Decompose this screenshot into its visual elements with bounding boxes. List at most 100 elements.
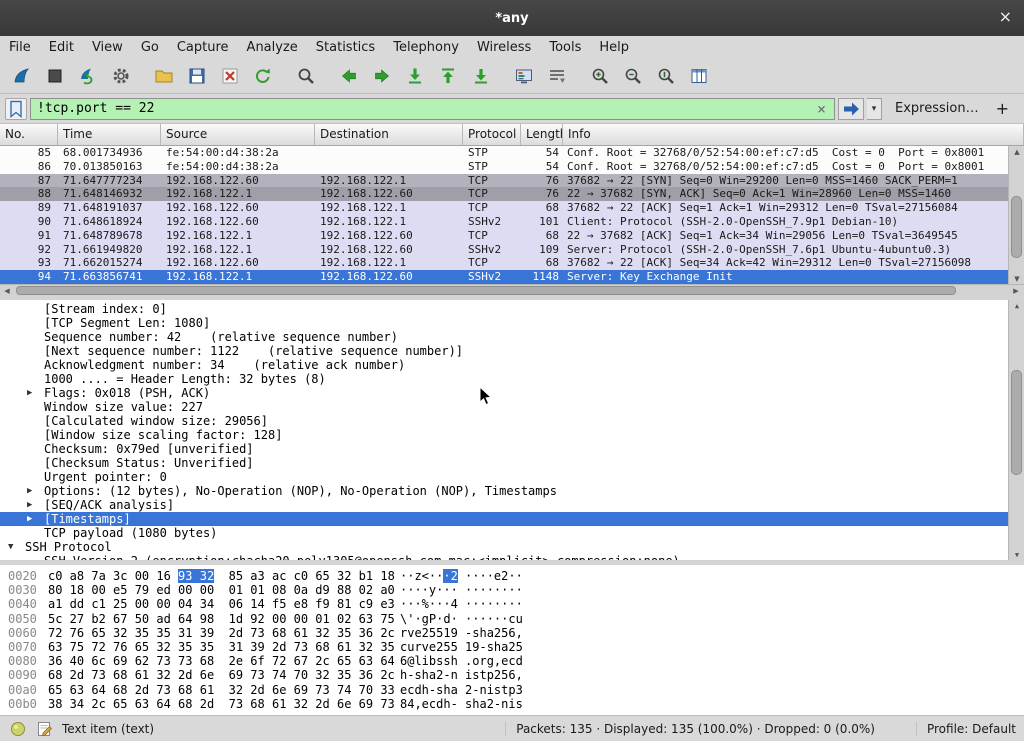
open-file-button[interactable] [148, 62, 179, 90]
detail-tree-item[interactable]: SSH Protocol [0, 540, 1008, 554]
expander-icon[interactable] [27, 414, 44, 428]
colorize-button[interactable] [508, 62, 539, 90]
restart-capture-button[interactable] [72, 62, 103, 90]
detail-tree-item[interactable]: Sequence number: 42 (relative sequence n… [0, 330, 1008, 344]
menu-statistics[interactable]: Statistics [307, 36, 384, 58]
detail-tree-item[interactable]: [Next sequence number: 1122 (relative se… [0, 344, 1008, 358]
detail-tree-item[interactable]: Options: (12 bytes), No-Operation (NOP),… [0, 484, 1008, 498]
window-close-button[interactable]: × [999, 8, 1012, 26]
details-vscrollbar[interactable]: ▲ ▼ [1008, 300, 1024, 560]
expander-icon[interactable] [8, 540, 25, 554]
hex-row[interactable]: 00a0 65 63 64 68 2d 73 68 61 32 2d 6e 69… [0, 683, 1024, 697]
detail-tree-item[interactable]: [SEQ/ACK analysis] [0, 498, 1008, 512]
column-header-destination[interactable]: Destination [315, 124, 463, 145]
packet-row[interactable]: 88 71.648146932 192.168.122.1 192.168.12… [0, 187, 1008, 201]
detail-tree-item[interactable]: Flags: 0x018 (PSH, ACK) [0, 386, 1008, 400]
detail-tree-item[interactable]: Window size value: 227 [0, 400, 1008, 414]
packet-row[interactable]: 90 71.648618924 192.168.122.60 192.168.1… [0, 215, 1008, 229]
zoom-out-button[interactable] [617, 62, 648, 90]
expander-icon[interactable] [27, 470, 44, 484]
packet-row[interactable]: 87 71.647777234 192.168.122.60 192.168.1… [0, 174, 1008, 188]
packet-row[interactable]: 89 71.648191037 192.168.122.60 192.168.1… [0, 201, 1008, 215]
hex-row[interactable]: 0020 c0 a8 7a 3c 00 16 93 32 85 a3 ac c0… [0, 569, 1024, 583]
stop-capture-button[interactable] [39, 62, 70, 90]
menu-capture[interactable]: Capture [168, 36, 238, 58]
filter-clear-icon[interactable]: × [815, 99, 828, 119]
go-last-button[interactable] [465, 62, 496, 90]
column-header-protocol[interactable]: Protocol [463, 124, 521, 145]
scroll-down-icon[interactable]: ▼ [1010, 549, 1024, 560]
go-first-button[interactable] [432, 62, 463, 90]
go-back-button[interactable] [333, 62, 364, 90]
column-header-source[interactable]: Source [161, 124, 315, 145]
scroll-up-icon[interactable]: ▲ [1010, 300, 1024, 311]
expander-icon[interactable] [27, 456, 44, 470]
find-packet-button[interactable] [290, 62, 321, 90]
detail-tree-item[interactable]: Checksum: 0x79ed [unverified] [0, 442, 1008, 456]
column-header-no[interactable]: No. [0, 124, 58, 145]
zoom-100-button[interactable] [650, 62, 681, 90]
filter-history-dropdown[interactable]: ▾ [867, 98, 882, 120]
menu-tools[interactable]: Tools [540, 36, 590, 58]
column-header-info[interactable]: Info [563, 124, 1024, 145]
column-header-length[interactable]: Length [521, 124, 563, 145]
hex-row[interactable]: 0080 36 40 6c 69 62 73 73 68 2e 6f 72 67… [0, 654, 1024, 668]
detail-tree-item[interactable]: [Stream index: 0] [0, 302, 1008, 316]
expander-icon[interactable] [27, 358, 44, 372]
expander-icon[interactable] [27, 484, 44, 498]
packet-row[interactable]: 94 71.663856741 192.168.122.1 192.168.12… [0, 270, 1008, 284]
hex-row[interactable]: 0070 63 75 72 76 65 32 35 35 31 39 2d 73… [0, 640, 1024, 654]
menu-analyze[interactable]: Analyze [238, 36, 307, 58]
menu-view[interactable]: View [83, 36, 132, 58]
start-capture-button[interactable] [6, 62, 37, 90]
menu-file[interactable]: File [0, 36, 40, 58]
detail-tree-item[interactable]: 1000 .... = Header Length: 32 bytes (8) [0, 372, 1008, 386]
expander-icon[interactable] [27, 428, 44, 442]
reload-button[interactable] [247, 62, 278, 90]
menu-telephony[interactable]: Telephony [384, 36, 468, 58]
details-vscroll-thumb[interactable] [1011, 370, 1022, 475]
go-to-packet-button[interactable] [399, 62, 430, 90]
zoom-in-button[interactable] [584, 62, 615, 90]
detail-tree-item[interactable]: Urgent pointer: 0 [0, 470, 1008, 484]
expert-info-button[interactable] [8, 719, 28, 739]
expander-icon[interactable] [27, 316, 44, 330]
detail-tree-item[interactable]: [Window size scaling factor: 128] [0, 428, 1008, 442]
hex-row[interactable]: 0030 80 18 00 e5 79 ed 00 00 01 01 08 0a… [0, 583, 1024, 597]
detail-tree-item[interactable]: TCP payload (1080 bytes) [0, 526, 1008, 540]
expander-icon[interactable] [27, 498, 44, 512]
packet-list-hscroll-thumb[interactable] [16, 286, 956, 295]
packet-row[interactable]: 85 68.001734936 fe:54:00:d4:38:2a STP 54… [0, 146, 1008, 160]
packet-list-vscroll-thumb[interactable] [1011, 196, 1022, 258]
expression-button[interactable]: Expression… [885, 101, 989, 116]
expander-icon[interactable] [27, 400, 44, 414]
packet-list-vscrollbar[interactable]: ▲ ▼ [1008, 146, 1024, 284]
hex-row[interactable]: 0060 72 76 65 32 35 35 31 39 2d 73 68 61… [0, 626, 1024, 640]
detail-tree-item[interactable]: [Checksum Status: Unverified] [0, 456, 1008, 470]
detail-tree-item[interactable]: Acknowledgment number: 34 (relative ack … [0, 358, 1008, 372]
packet-row[interactable]: 92 71.661949820 192.168.122.1 192.168.12… [0, 243, 1008, 257]
expander-icon[interactable] [27, 330, 44, 344]
packet-list-hscrollbar[interactable]: ◀ ▶ [0, 284, 1024, 296]
scroll-left-icon[interactable]: ◀ [0, 287, 14, 295]
packet-row[interactable]: 93 71.662015274 192.168.122.60 192.168.1… [0, 256, 1008, 270]
expander-icon[interactable] [27, 554, 44, 560]
add-filter-button[interactable]: + [992, 99, 1019, 118]
profile-selector[interactable]: Profile: Default [916, 722, 1016, 736]
display-filter-input[interactable]: !tcp.port == 22 × [30, 98, 835, 120]
detail-tree-item[interactable]: SSH Version 2 (encryption:chacha20-poly1… [0, 554, 1008, 560]
column-header-time[interactable]: Time [58, 124, 161, 145]
go-forward-button[interactable] [366, 62, 397, 90]
hex-row[interactable]: 0040 a1 dd c1 25 00 00 04 34 06 14 f5 e8… [0, 597, 1024, 611]
filter-bookmark-button[interactable] [5, 98, 27, 120]
window-titlebar[interactable]: *any × [0, 0, 1024, 36]
menu-go[interactable]: Go [132, 36, 168, 58]
hex-row[interactable]: 0050 5c 27 b2 67 50 ad 64 98 1d 92 00 00… [0, 612, 1024, 626]
expander-icon[interactable] [27, 302, 44, 316]
expander-icon[interactable] [27, 344, 44, 358]
menu-edit[interactable]: Edit [40, 36, 83, 58]
menu-wireless[interactable]: Wireless [468, 36, 540, 58]
capture-options-button[interactable] [105, 62, 136, 90]
detail-tree-item[interactable]: [Timestamps] [0, 512, 1008, 526]
save-file-button[interactable] [181, 62, 212, 90]
